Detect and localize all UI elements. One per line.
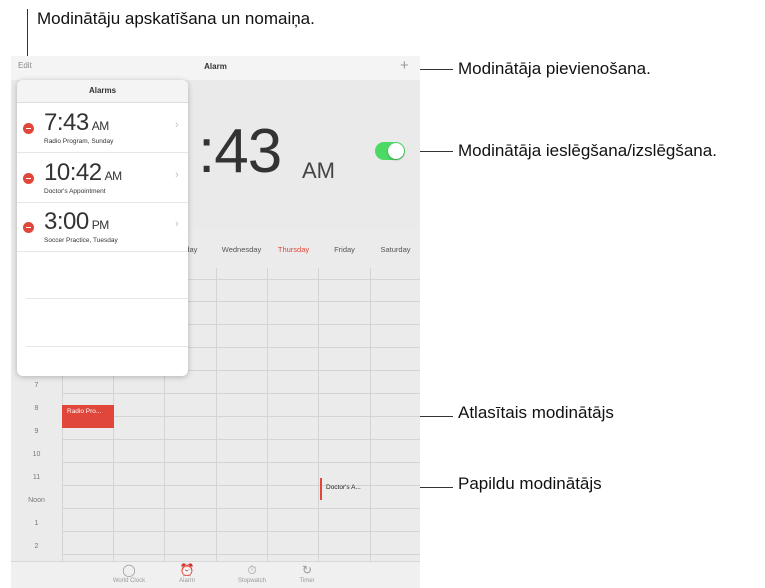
calendar-event[interactable]: Doctor's A... — [320, 478, 371, 500]
alarm-time: 7:43 AM — [44, 109, 109, 137]
tab-alarm[interactable]: ⏰ Alarm — [157, 563, 217, 585]
callout-view-change: Modinātāju apskatīšana un nomaiņa. — [37, 9, 315, 28]
chevron-right-icon: › — [175, 218, 179, 230]
empty-row-divider — [26, 298, 188, 299]
callout-line-top — [27, 9, 28, 59]
nav-title: Alarm — [204, 62, 227, 71]
alarms-popover: Alarms 7:43 AM Radio Program, Sunday › 10… — [17, 80, 188, 376]
hour-label: 1 — [34, 520, 39, 527]
grid-hline — [62, 531, 420, 532]
day-label-thursday: Thursday — [277, 245, 310, 254]
tab-label: Alarm — [179, 578, 195, 584]
grid-hline — [62, 508, 420, 509]
grid-hline — [62, 393, 420, 394]
calendar-event-selected[interactable]: Radio Pro... — [62, 405, 114, 428]
alarm-toggle[interactable] — [375, 142, 405, 160]
alarm-time: 10:42 AM — [44, 159, 122, 187]
timer-icon: ↻ — [301, 563, 313, 577]
alarm-ampm: AM — [91, 119, 110, 133]
callout-toggle: Modinātāja ieslēgšana/izslēgšana. — [458, 141, 717, 160]
grid-vline — [318, 268, 319, 561]
tab-label: Stopwatch — [237, 578, 267, 584]
alarm-row[interactable]: 3:00 PM Soccer Practice, Tuesday › — [17, 202, 188, 252]
nav-bar: Edit Alarm + — [11, 56, 420, 80]
alarm-row[interactable]: 7:43 AM Radio Program, Sunday › — [17, 103, 188, 153]
chevron-right-icon: › — [175, 169, 179, 181]
next-alarm-ampm: AM — [302, 158, 335, 183]
tab-stopwatch[interactable]: ⏱ Stopwatch — [222, 563, 282, 585]
empty-row-divider — [26, 346, 188, 347]
hour-label: 9 — [34, 428, 39, 435]
tab-bar: ◯ World Clock ⏰ Alarm ⏱ Stopwatch ↻ Time… — [11, 561, 420, 588]
hour-label: 7 — [34, 382, 39, 389]
callout-add: Modinātāja pievienošana. — [458, 59, 651, 78]
alarm-time-value: 7:43 — [44, 109, 89, 136]
hour-label: 8 — [34, 405, 39, 412]
day-label-saturday: Saturday — [380, 245, 411, 254]
day-label-wednesday: Wednesday — [221, 245, 262, 254]
alarm-time-value: 10:42 — [44, 159, 102, 186]
tab-timer[interactable]: ↻ Timer — [277, 563, 337, 585]
alarm-clock-icon: ⏰ — [179, 563, 195, 577]
next-alarm-time: :43 — [198, 117, 282, 186]
delete-icon[interactable] — [23, 123, 34, 134]
callout-selected: Atlasītais modinātājs — [458, 403, 614, 422]
grid-hline — [62, 416, 420, 417]
chevron-right-icon: › — [175, 119, 179, 131]
hour-label: 2 — [34, 543, 39, 550]
delete-icon[interactable] — [23, 173, 34, 184]
grid-hline — [62, 462, 420, 463]
alarm-ampm: AM — [104, 169, 123, 183]
popover-title: Alarms — [17, 80, 188, 103]
tab-world-clock[interactable]: ◯ World Clock — [99, 563, 159, 585]
grid-hline — [62, 554, 420, 555]
tab-label: Timer — [299, 578, 315, 584]
callout-additional: Papildu modinātājs — [458, 474, 602, 493]
alarm-label: Doctor's Appointment — [44, 188, 106, 195]
callout-line-add — [418, 69, 453, 70]
grid-vline — [370, 268, 371, 561]
grid-vline — [216, 268, 217, 561]
globe-icon: ◯ — [122, 563, 136, 577]
alarm-label: Radio Program, Sunday — [44, 138, 114, 145]
tab-label: World Clock — [112, 578, 146, 584]
grid-vline — [267, 268, 268, 561]
day-label-friday: Friday — [334, 245, 355, 254]
toggle-knob — [388, 143, 404, 159]
hour-label: Noon — [28, 497, 45, 504]
alarm-time: 3:00 PM — [44, 208, 109, 236]
alarm-row[interactable]: 10:42 AM Doctor's Appointment › — [17, 153, 188, 203]
alarm-ampm: PM — [91, 218, 110, 232]
stopwatch-icon: ⏱ — [247, 563, 257, 577]
grid-hline — [62, 439, 420, 440]
hour-label: 11 — [32, 474, 41, 481]
alarm-time-value: 3:00 — [44, 208, 89, 235]
alarm-label: Soccer Practice, Tuesday — [44, 237, 118, 244]
hour-label: 10 — [32, 451, 41, 458]
add-alarm-button[interactable]: + — [400, 57, 409, 74]
delete-icon[interactable] — [23, 222, 34, 233]
